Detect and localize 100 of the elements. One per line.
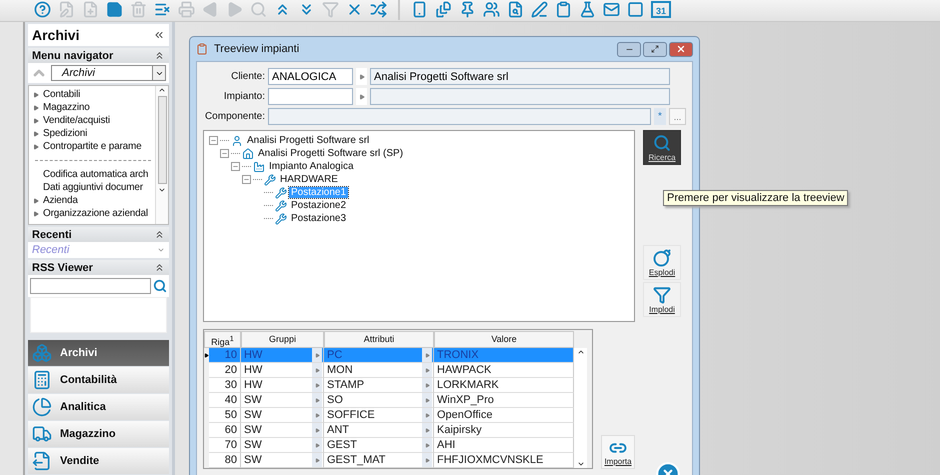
minimize-button[interactable] xyxy=(617,42,641,56)
collapse-icon[interactable] xyxy=(154,262,165,273)
table-cell: 60 xyxy=(209,423,241,438)
scroll-down-icon[interactable] xyxy=(158,186,166,194)
collapse-toggle[interactable] xyxy=(242,175,251,184)
clipboard-icon[interactable] xyxy=(555,1,572,18)
collapse-toggle[interactable] xyxy=(220,149,229,158)
table-cell[interactable]: HW xyxy=(241,363,324,378)
menu-item[interactable]: Vendite/acquisti xyxy=(33,114,155,127)
menu-item[interactable]: Organizzazione aziendal xyxy=(33,207,155,220)
table-cell[interactable]: AHI xyxy=(434,438,574,453)
expand-triangle-icon[interactable] xyxy=(33,130,39,136)
expand-triangle-icon[interactable] xyxy=(33,104,39,110)
table-cell[interactable]: SO xyxy=(324,393,434,408)
nav-button[interactable]: Archivi xyxy=(28,340,169,366)
description-field[interactable] xyxy=(370,88,670,105)
scroll-up-icon[interactable] xyxy=(158,86,166,94)
collapse-icon[interactable] xyxy=(153,29,165,41)
pen-icon[interactable] xyxy=(531,1,548,18)
nav-button[interactable]: Analitica xyxy=(28,394,169,420)
search-icon[interactable] xyxy=(153,279,167,293)
nav-button[interactable]: Contabilità xyxy=(28,367,169,393)
scrollbar[interactable] xyxy=(155,86,168,224)
tree-node[interactable]: Impianto Analogica xyxy=(267,161,356,172)
table-cell[interactable]: LORKMARK xyxy=(434,378,574,393)
table-cell[interactable]: HAWPACK xyxy=(434,363,574,378)
table-cell[interactable]: MON xyxy=(324,363,434,378)
table-cell[interactable]: STAMP xyxy=(324,378,434,393)
funnel-button[interactable]: Implodi xyxy=(643,282,681,317)
nav-button[interactable]: Vendite xyxy=(28,448,169,474)
table-cell[interactable]: Kaipirsky xyxy=(434,423,574,438)
maximize-button[interactable] xyxy=(643,42,667,56)
calculator-icon xyxy=(32,370,52,390)
help-icon[interactable] xyxy=(34,1,51,18)
phone-icon[interactable] xyxy=(411,1,428,18)
import-button[interactable]: Importa xyxy=(601,435,635,469)
column-header[interactable]: Riga$^{1}$ xyxy=(204,331,241,348)
collapse-icon[interactable] xyxy=(154,50,165,61)
menu-item[interactable]: Contropartite e parame xyxy=(33,140,155,153)
table-cell[interactable]: HW xyxy=(241,378,324,393)
table-cell[interactable]: SW xyxy=(241,453,324,468)
save-icon[interactable] xyxy=(106,1,123,18)
expand-triangle-icon[interactable] xyxy=(33,118,39,124)
tree-node[interactable]: Analisi Progetti Software srl (SP) xyxy=(256,148,406,159)
tree-node[interactable]: Postazione3 xyxy=(289,213,348,224)
expand-triangle-icon[interactable] xyxy=(33,198,39,204)
pin-icon[interactable] xyxy=(459,1,476,18)
column-header[interactable]: Attributi xyxy=(324,331,434,348)
table-cell[interactable]: SOFFICE xyxy=(324,408,434,423)
expand-triangle-icon[interactable] xyxy=(33,144,39,150)
documents-icon[interactable] xyxy=(435,1,452,18)
description-field[interactable]: Analisi Progetti Software srl xyxy=(370,68,670,85)
menu-item[interactable]: Codifica automatica arch xyxy=(33,168,155,181)
menu-combo[interactable]: Archivi xyxy=(51,65,166,81)
column-header[interactable]: Gruppi xyxy=(241,331,324,348)
close-button[interactable] xyxy=(669,42,693,56)
table-cell[interactable]: SW xyxy=(241,423,324,438)
bomb-button[interactable]: Esplodi xyxy=(643,245,681,280)
tree-node[interactable]: HARDWARE xyxy=(278,174,340,185)
browse-button[interactable]: ... xyxy=(669,108,686,125)
expand-triangle-icon[interactable] xyxy=(33,92,39,98)
menu-item[interactable]: Dati aggiuntivi documer xyxy=(33,181,155,194)
flask-icon[interactable] xyxy=(579,1,596,18)
table-cell[interactable]: WinXP_Pro xyxy=(434,393,574,408)
document-search-icon[interactable] xyxy=(507,1,524,18)
shuffle-icon[interactable] xyxy=(370,1,387,18)
document-export-icon xyxy=(32,451,52,471)
scroll-down-icon[interactable] xyxy=(576,460,584,468)
search-button[interactable]: Ricerca xyxy=(643,130,681,165)
cell-text: ANT xyxy=(327,423,349,437)
table-cell[interactable]: SW xyxy=(241,438,324,453)
column-header[interactable]: Valore xyxy=(434,331,574,348)
component-field[interactable] xyxy=(268,108,651,125)
table-cell[interactable]: OpenOffice xyxy=(434,408,574,423)
expand-triangle-icon[interactable] xyxy=(33,210,39,216)
table-cell[interactable]: ANT xyxy=(324,423,434,438)
table-cell[interactable]: GEST_MAT xyxy=(324,453,434,468)
menu-item[interactable]: Azienda xyxy=(33,194,155,207)
users-icon[interactable] xyxy=(483,1,500,18)
tree-node[interactable]: Postazione2 xyxy=(289,200,348,211)
square-icon[interactable] xyxy=(627,1,644,18)
table-cell[interactable]: FHFJIOXMCVNSKLE xyxy=(434,453,574,468)
table-cell[interactable]: SW xyxy=(241,393,324,408)
table-cell[interactable]: GEST xyxy=(324,438,434,453)
delete-list-icon[interactable] xyxy=(154,1,171,18)
code-field[interactable] xyxy=(268,88,353,105)
scroll-up-icon[interactable] xyxy=(576,348,584,356)
collapse-toggle[interactable] xyxy=(209,136,218,145)
envelope-icon[interactable] xyxy=(603,1,620,18)
code-field[interactable]: ANALOGICA xyxy=(268,68,353,85)
nav-button[interactable]: Magazzino xyxy=(28,421,169,447)
menu-item[interactable]: Spedizioni xyxy=(33,127,155,140)
tree-node[interactable]: Analisi Progetti Software srl xyxy=(245,135,372,146)
search-field[interactable] xyxy=(30,278,151,294)
collapse-toggle[interactable] xyxy=(231,162,240,171)
menu-item[interactable]: Magazzino xyxy=(33,101,155,114)
menu-item[interactable]: Contabili xyxy=(33,88,155,101)
scrollbar[interactable] xyxy=(574,348,587,468)
table-cell[interactable]: SW xyxy=(241,408,324,423)
collapse-icon[interactable] xyxy=(154,229,165,240)
